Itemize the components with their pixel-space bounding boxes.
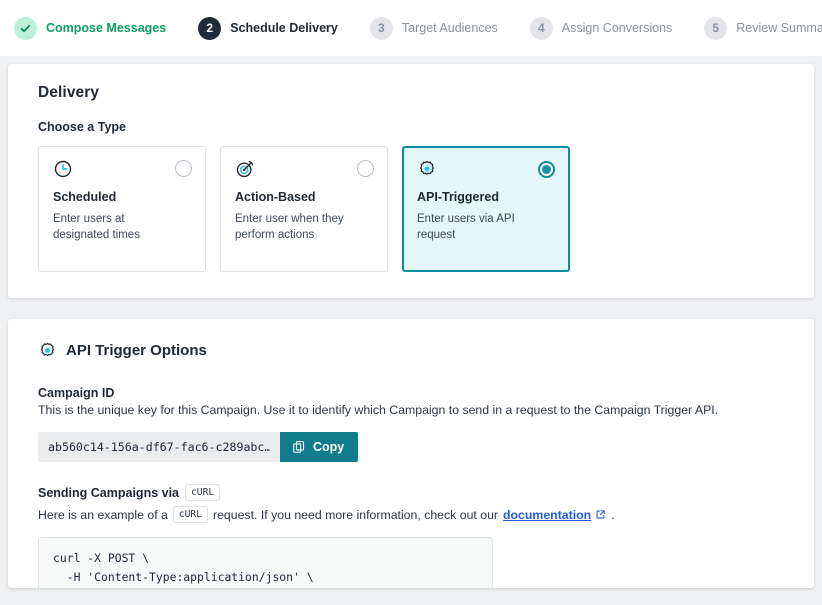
sending-campaigns-text: Sending Campaigns via <box>38 486 179 500</box>
external-link-icon <box>595 509 606 520</box>
code-line-2: -H 'Content-Type:application/json' \ <box>53 570 314 584</box>
copy-button-label: Copy <box>313 440 344 454</box>
delivery-type-title-action-based: Action-Based <box>235 190 373 204</box>
page-title: Delivery <box>38 84 784 102</box>
radio-action-based[interactable] <box>357 160 374 177</box>
delivery-type-desc-api-triggered: Enter users via API request <box>417 211 535 243</box>
step-marker-3: 3 <box>370 17 393 40</box>
documentation-link[interactable]: documentation <box>503 508 606 522</box>
curl-chip-inline: cURL <box>173 506 208 523</box>
campaign-id-label: Campaign ID <box>38 386 784 400</box>
clock-icon <box>53 159 73 179</box>
radio-api-triggered[interactable] <box>538 161 555 178</box>
api-trigger-options-title: API Trigger Options <box>66 342 207 359</box>
copy-button[interactable]: Copy <box>280 432 358 462</box>
step-marker-2: 2 <box>198 17 221 40</box>
delivery-type-action-based[interactable]: Action-Based Enter user when they perfor… <box>220 146 388 272</box>
step-schedule-delivery[interactable]: 2 Schedule Delivery <box>198 17 338 40</box>
delivery-type-api-triggered[interactable]: API-Triggered Enter users via API reques… <box>402 146 570 272</box>
delivery-type-title-scheduled: Scheduled <box>53 190 191 204</box>
step-compose-messages[interactable]: Compose Messages <box>14 17 166 40</box>
code-line-1: curl -X POST \ <box>53 551 149 565</box>
choose-a-type-label: Choose a Type <box>38 120 784 134</box>
curl-code-block[interactable]: curl -X POST \ -H 'Content-Type:applicat… <box>38 537 493 588</box>
example-middle-text: request. If you need more information, c… <box>213 508 498 522</box>
step-marker-5: 5 <box>704 17 727 40</box>
delivery-type-options: Scheduled Enter users at designated time… <box>38 146 784 272</box>
step-marker-done <box>14 17 37 40</box>
radio-scheduled[interactable] <box>175 160 192 177</box>
curl-chip: cURL <box>185 484 220 501</box>
step-label-assign-conversions: Assign Conversions <box>562 21 672 35</box>
step-marker-4: 4 <box>530 17 553 40</box>
wizard-stepper: Compose Messages 2 Schedule Delivery 3 T… <box>0 0 822 56</box>
target-icon <box>235 159 255 179</box>
campaign-id-help-text: This is the unique key for this Campaign… <box>38 402 784 419</box>
example-suffix-text: . <box>611 508 614 522</box>
step-label-compose-messages: Compose Messages <box>46 21 166 35</box>
delivery-card: Delivery Choose a Type Scheduled Enter u… <box>8 64 814 298</box>
step-target-audiences[interactable]: 3 Target Audiences <box>370 17 498 40</box>
step-label-review-summary: Review Summary <box>736 21 822 35</box>
copy-icon <box>292 440 306 454</box>
delivery-type-title-api-triggered: API-Triggered <box>417 190 555 204</box>
step-assign-conversions[interactable]: 4 Assign Conversions <box>530 17 672 40</box>
delivery-type-scheduled[interactable]: Scheduled Enter users at designated time… <box>38 146 206 272</box>
step-label-target-audiences: Target Audiences <box>402 21 498 35</box>
example-description: Here is an example of a cURL request. If… <box>38 506 784 523</box>
delivery-type-desc-action-based: Enter user when they perform actions <box>235 211 353 243</box>
delivery-type-desc-scheduled: Enter users at designated times <box>53 211 171 243</box>
campaign-id-input[interactable] <box>38 432 280 462</box>
example-prefix-text: Here is an example of a <box>38 508 168 522</box>
sending-campaigns-label: Sending Campaigns via cURL <box>38 484 784 501</box>
gear-icon <box>38 341 57 360</box>
campaign-id-row: Copy <box>38 432 784 462</box>
api-trigger-options-card: API Trigger Options Campaign ID This is … <box>8 319 814 588</box>
documentation-link-label: documentation <box>503 508 591 522</box>
step-review-summary[interactable]: 5 Review Summary <box>704 17 822 40</box>
api-trigger-options-header: API Trigger Options <box>38 341 784 360</box>
step-label-schedule-delivery: Schedule Delivery <box>230 21 338 35</box>
gear-icon <box>417 159 437 179</box>
